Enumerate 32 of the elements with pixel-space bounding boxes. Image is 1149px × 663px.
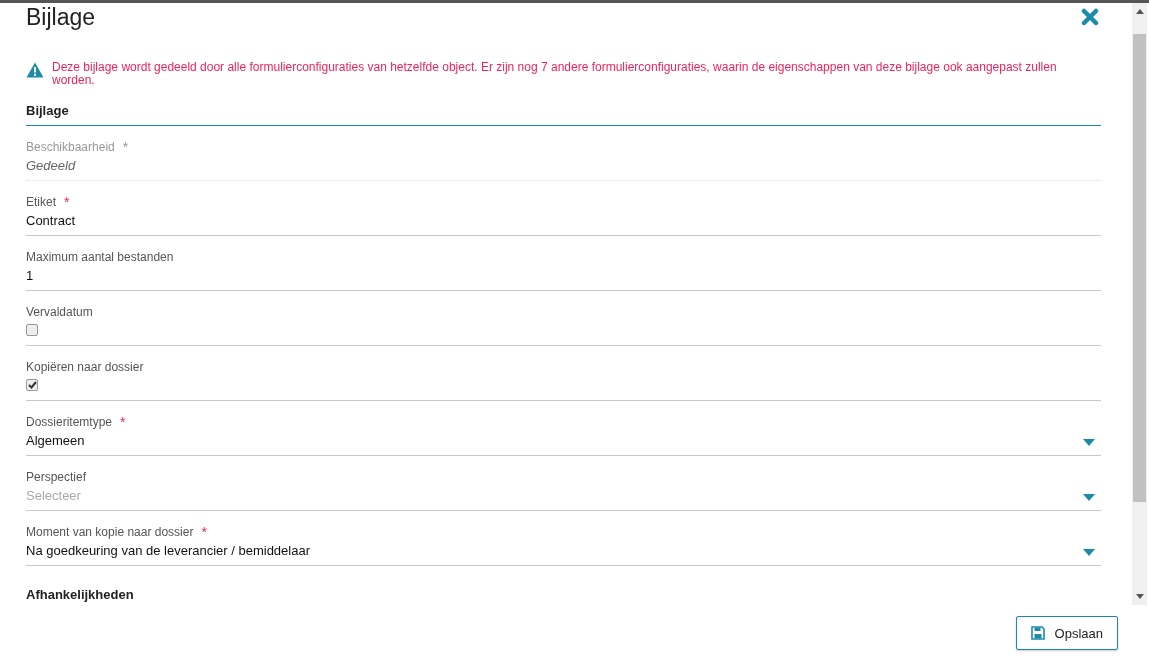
field-label: Beschikbaarheid [26, 139, 115, 154]
field-label: Perspectief [26, 469, 87, 484]
field-label: Etiket [26, 194, 56, 209]
warning-icon [26, 62, 44, 78]
required-asterisk: * [201, 523, 207, 540]
field-value: Gedeeld [26, 156, 77, 175]
field-label: Kopiëren naar dossier [26, 359, 144, 374]
caret-icon [1083, 548, 1095, 556]
save-button[interactable]: Opslaan [1015, 616, 1118, 650]
caret-icon [1083, 438, 1095, 446]
scroll-down-arrow-icon[interactable] [1135, 594, 1144, 599]
dropdown-field[interactable]: Na goedkeuring van de leverancier / bemiddelaar [26, 540, 1101, 560]
section-header: Afhankelijkheden [26, 587, 135, 603]
required-asterisk: * [120, 413, 126, 430]
field-label: Maximum aantal bestanden [26, 249, 174, 264]
checkbox[interactable] [26, 379, 38, 391]
scrollbar[interactable] [1132, 3, 1147, 605]
warning-message: Deze bijlage wordt gedeeld door alle formulierconfiguraties van hetzelfde object. Er zijn nog 7 andere formulierconfiguraties, waarin de eigenschappen van deze bijlage ook aangepast zullen worden. [52, 61, 1058, 87]
field-label: Moment van kopie naar dossier [26, 524, 194, 539]
section-header: Bijlage [26, 103, 1101, 126]
checkbox[interactable] [26, 324, 38, 336]
caret-icon [1083, 493, 1095, 501]
dropdown-field[interactable]: Algemeen [26, 430, 1101, 450]
close-icon[interactable] [1081, 8, 1099, 26]
required-asterisk: * [64, 193, 70, 210]
input-field[interactable]: 1 [26, 265, 1101, 285]
input-field[interactable]: Contract [26, 210, 1101, 230]
field-label: Vervaldatum [26, 304, 93, 319]
dialog-title: Bijlage [26, 3, 96, 31]
required-asterisk: * [122, 138, 129, 155]
field-label: Dossieritemtype [26, 414, 113, 429]
scroll-up-arrow-icon[interactable] [1135, 9, 1144, 14]
